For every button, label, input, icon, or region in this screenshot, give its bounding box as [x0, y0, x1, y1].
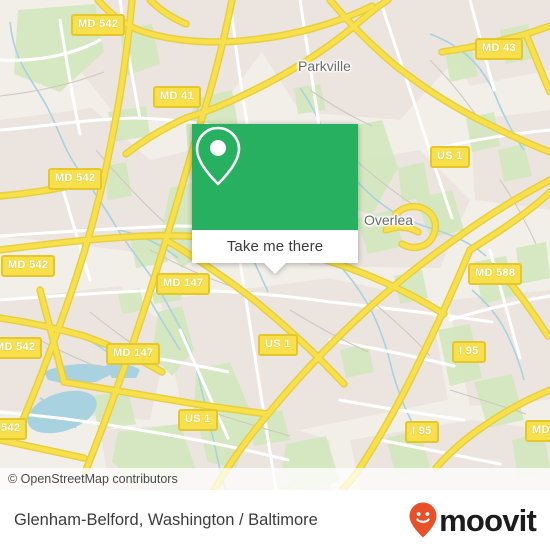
road-shield: US 1 [178, 409, 218, 431]
road-shield: MD 542 [1, 255, 56, 277]
road-shield: I 95 [405, 421, 439, 443]
road-shield: MD 542 [0, 337, 43, 359]
location-callout[interactable]: Take me there [192, 124, 358, 274]
road-shield: MD 542 [71, 14, 126, 36]
road-shield: MD [525, 420, 550, 442]
road-shield: 542 [0, 418, 28, 440]
callout-icon-panel [192, 124, 358, 230]
road-shield: MD 588 [468, 263, 523, 285]
road-shield: US 1 [430, 146, 470, 168]
road-shield: MD 43 [475, 38, 523, 60]
callout-label: Take me there [226, 238, 324, 255]
road-shield: MD 147 [106, 343, 161, 365]
moovit-smiley-pin-icon [409, 502, 437, 538]
map-attribution[interactable]: © OpenStreetMap contributors [0, 468, 550, 490]
map-canvas[interactable]: Parkville Overlea MD 542 MD 41 MD 43 MD 542 U… [0, 0, 550, 490]
location-title: Glenham-Belford, Washington / Baltimore [14, 510, 318, 529]
map-screenshot: Parkville Overlea MD 542 MD 41 MD 43 MD 542 U… [0, 0, 550, 550]
footer-bar: Glenham-Belford, Washington / Baltimore … [0, 490, 550, 550]
callout-tail [264, 263, 286, 274]
place-label: Parkville [298, 58, 351, 74]
moovit-logo[interactable]: moovit [408, 501, 537, 539]
moovit-wordmark: moovit [439, 502, 537, 538]
road-shield: MD 147 [156, 273, 211, 295]
road-shield: I 95 [452, 341, 486, 363]
road-shield: US 1 [258, 334, 298, 356]
map-pin-icon [195, 126, 241, 186]
road-shield: MD 41 [153, 86, 201, 108]
place-label: Overlea [364, 212, 414, 228]
take-me-there-button[interactable]: Take me there [192, 230, 358, 263]
road-shield: MD 542 [48, 168, 103, 190]
